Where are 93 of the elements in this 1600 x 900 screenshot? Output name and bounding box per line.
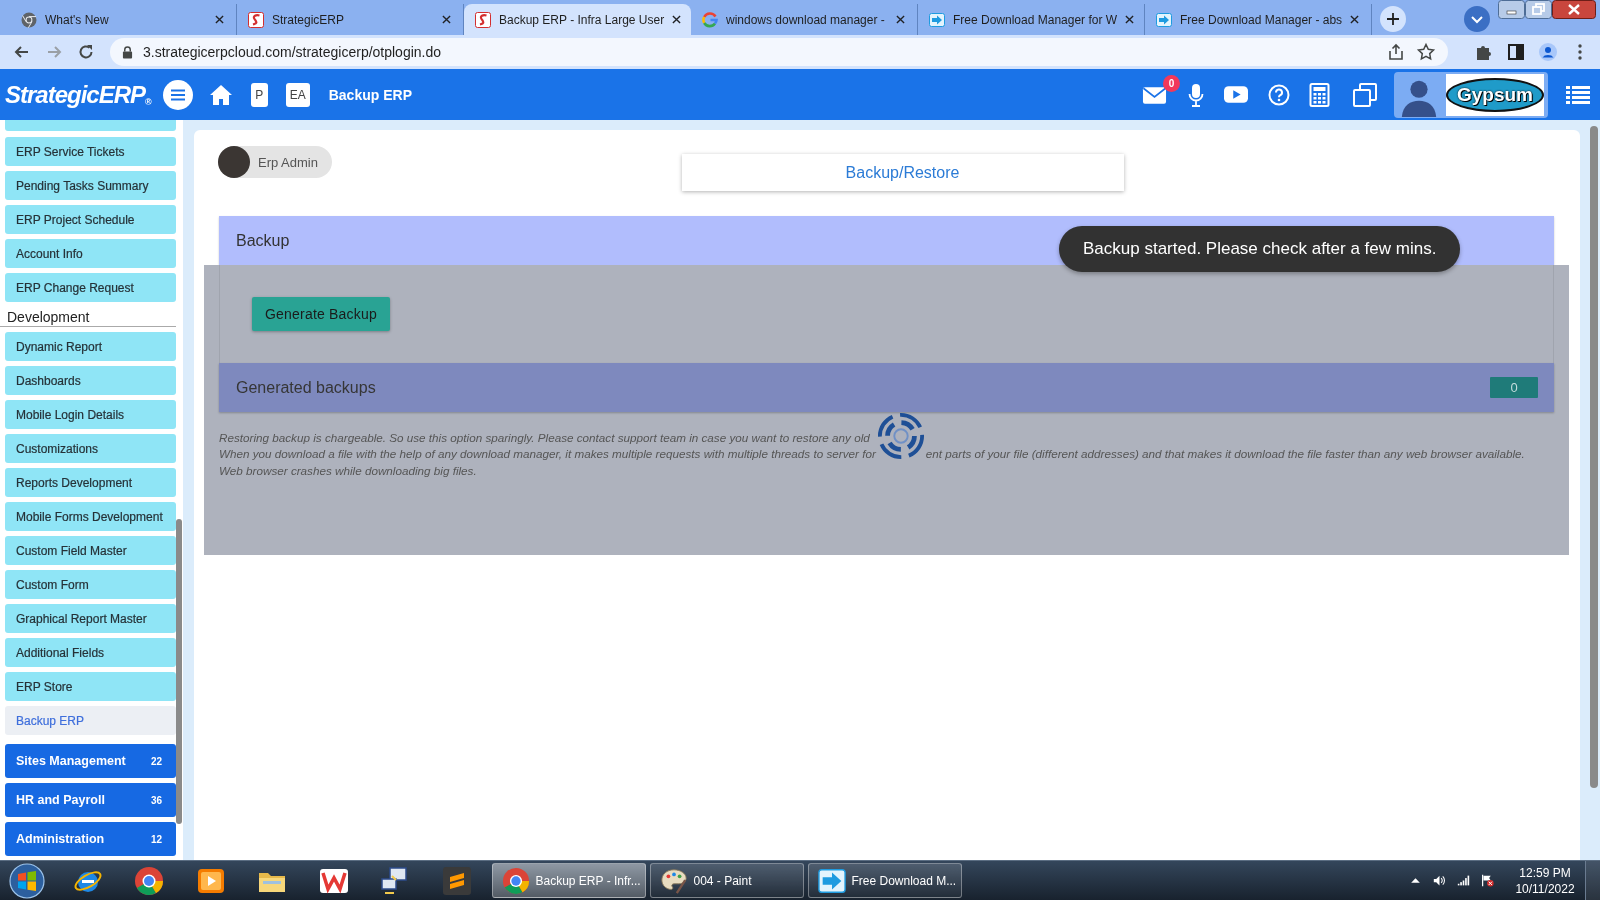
taskbar-button[interactable]: Free Download M... <box>807 863 962 898</box>
sidebar-item[interactable]: Pending Tasks Summary <box>5 171 176 200</box>
close-icon[interactable] <box>215 15 224 24</box>
browser-tab[interactable]: Backup ERP - Infra Large User <box>464 4 691 35</box>
close-icon[interactable] <box>1350 15 1360 24</box>
close-icon[interactable] <box>1125 15 1135 24</box>
chevron-down-icon[interactable] <box>1464 6 1490 32</box>
star-icon[interactable] <box>1416 42 1436 62</box>
clock-date[interactable]: 10/11/2022 <box>1515 880 1575 897</box>
side-panel-icon[interactable] <box>1506 42 1526 62</box>
sidebar-item[interactable]: Customizations <box>5 434 176 463</box>
start-button[interactable] <box>9 862 45 899</box>
sidebar-item[interactable]: Backup ERP <box>5 706 176 735</box>
sidebar-item[interactable]: Mobile Login Details <box>5 400 176 429</box>
sidebar-item[interactable]: Dynamic Report <box>5 332 176 361</box>
menu-button[interactable] <box>162 79 193 110</box>
sidebar-item[interactable]: ERP Project Schedule <box>5 205 176 234</box>
microphone-icon[interactable] <box>1188 82 1204 107</box>
module-item[interactable]: Sites Management 22 <box>5 744 176 778</box>
sidebar-item[interactable]: Account Info <box>5 239 176 268</box>
close-icon[interactable] <box>896 15 905 24</box>
spinner-icon <box>876 411 925 460</box>
generate-backup-button[interactable]: Generate Backup <box>252 297 390 331</box>
wave-tile-icon <box>248 11 264 28</box>
show-desktop-button[interactable] <box>1585 861 1600 900</box>
item-count: 22 <box>150 755 162 767</box>
calculator-icon[interactable] <box>1309 82 1330 107</box>
palette-icon <box>659 866 688 895</box>
color-wheel-icon <box>501 866 530 895</box>
module-item[interactable]: HR and Payroll 36 <box>5 783 176 817</box>
sidebar-item[interactable]: Custom Field Master <box>5 536 176 565</box>
brand-logo: Gypsum <box>1446 73 1545 116</box>
flag-icon[interactable] <box>1481 874 1494 887</box>
arrow-tile-icon <box>929 11 945 28</box>
menu-icon <box>169 88 186 101</box>
shortcut-button[interactable]: P <box>250 82 268 107</box>
item-count: 36 <box>150 794 162 806</box>
user-chip[interactable]: Erp Admin <box>218 146 332 178</box>
sidebar-item[interactable]: Additional Fields <box>5 638 176 667</box>
status-toast: Backup started. Please check after a few mins. <box>1059 226 1461 272</box>
close-icon[interactable] <box>442 15 451 24</box>
scrollbar-thumb[interactable] <box>176 519 182 824</box>
mail-icon[interactable] <box>1142 84 1167 105</box>
sidebar-item[interactable]: ERP Service Tickets <box>5 137 176 166</box>
wave-tile-icon <box>475 11 491 28</box>
help-icon[interactable] <box>1268 83 1290 106</box>
backup-count: 0 <box>1490 377 1538 398</box>
minimize-icon[interactable] <box>1498 0 1525 19</box>
taskbar-button[interactable]: 004 - Paint <box>649 863 804 898</box>
page-heading: Backup/Restore <box>681 154 1124 191</box>
scrollbar-thumb[interactable] <box>1590 126 1598 788</box>
sidebar-item[interactable]: ERP Change Request <box>5 273 176 302</box>
new-tab-icon[interactable] <box>1380 6 1406 32</box>
color-wheel-icon[interactable] <box>134 865 165 896</box>
panel-header[interactable]: Generated backups 0 <box>219 363 1554 412</box>
arrow-tile-icon <box>817 866 846 895</box>
note-text: Web browser crashes while downloading big files. <box>219 463 477 477</box>
close-window-icon[interactable] <box>1552 0 1596 19</box>
taskbar-button[interactable]: Backup ERP - Infr... <box>491 863 646 898</box>
avatar-placeholder <box>218 146 250 178</box>
wheel-icon <box>21 11 37 28</box>
sidebar-item[interactable]: Custom Form <box>5 570 176 599</box>
signal-icon[interactable] <box>1457 874 1470 887</box>
sidebar-item[interactable]: Graphical Report Master <box>5 604 176 633</box>
address-bar[interactable]: 3.strategicerpcloud.com/strategicerp/otplogin.do <box>110 38 1448 66</box>
sidebar-item[interactable]: Reports Development <box>5 468 176 497</box>
panel-title: Generated backups <box>236 378 376 397</box>
sidebar-item[interactable]: Dashboards <box>5 366 176 395</box>
profile-icon[interactable] <box>1538 42 1558 62</box>
restore-icon[interactable] <box>1525 0 1552 19</box>
note-text: Restoring backup is chargeable. So use this option sparingly. Please contact support team in case you want to restore any old <box>219 430 870 444</box>
shortcut-button[interactable]: EA <box>285 82 310 107</box>
sidebar-item[interactable]: ERP Store <box>5 672 176 701</box>
notification-count: 0 <box>1163 74 1180 92</box>
arrow-tile-icon <box>1156 11 1172 28</box>
module-item[interactable]: Administration 12 <box>5 822 176 856</box>
stripes-icon[interactable] <box>441 865 472 896</box>
sidebar-item[interactable]: Mobile Forms Development <box>5 502 176 531</box>
item-count: 12 <box>150 833 162 845</box>
close-icon[interactable] <box>672 15 682 24</box>
list-icon[interactable] <box>1566 84 1590 105</box>
share-icon[interactable] <box>1386 42 1406 62</box>
user-name: Erp Admin <box>258 154 318 170</box>
lock-icon[interactable] <box>122 45 133 59</box>
speaker-icon[interactable] <box>1433 874 1446 887</box>
ring-icon <box>702 11 718 28</box>
home-icon[interactable] <box>208 83 233 106</box>
section-heading: Development <box>0 307 176 327</box>
clock-time[interactable]: 12:59 PM <box>1519 864 1571 881</box>
note-text: ent parts of your file (different addresses) and that makes it download the file faster than any web browser available. <box>925 447 1525 461</box>
copy-icon[interactable] <box>1353 82 1377 107</box>
module-title: Backup ERP <box>328 86 412 103</box>
note-text: When you download a file with the help of any download manager, it makes multiple requests with multiple threads to server for <box>219 447 876 461</box>
